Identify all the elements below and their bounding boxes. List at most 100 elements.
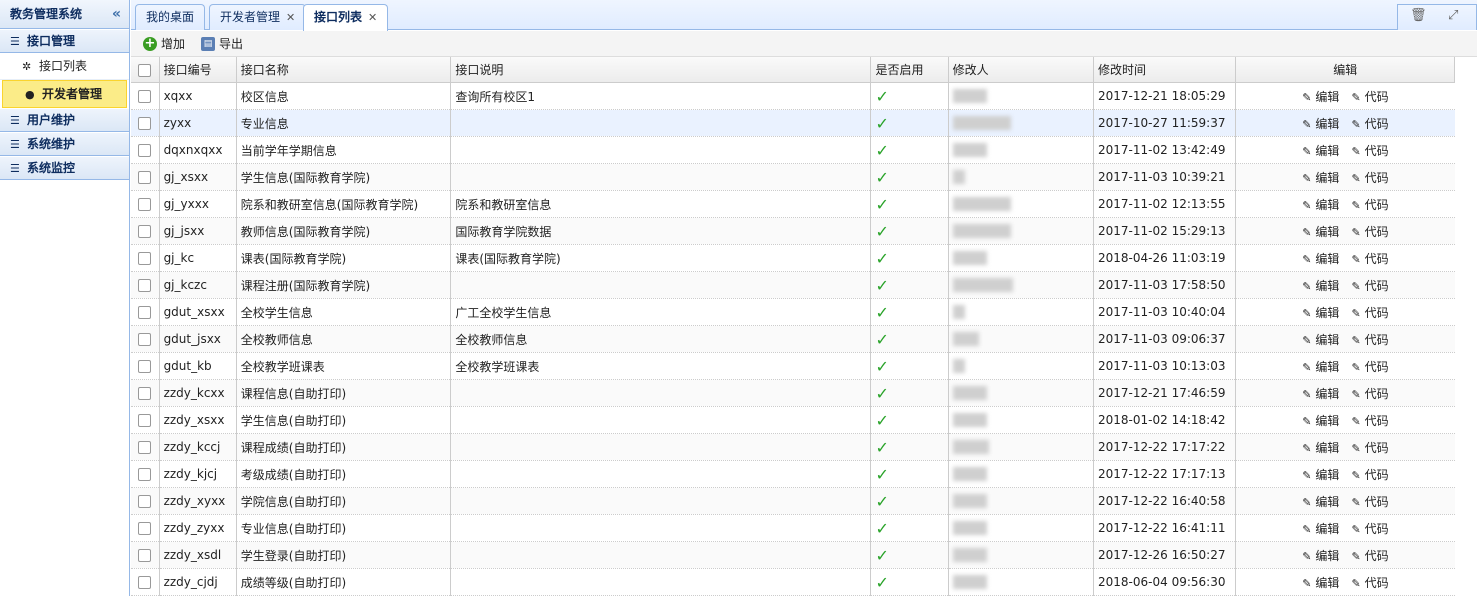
edit-button[interactable]: ✎ 编辑 — [1302, 549, 1339, 563]
edit-button[interactable]: ✎ 编辑 — [1302, 495, 1339, 509]
column-header[interactable]: 修改人 — [948, 57, 1095, 83]
row-checkbox[interactable] — [131, 163, 160, 191]
row-checkbox[interactable] — [131, 514, 160, 542]
table-row[interactable]: xqxx 校区信息 查询所有校区1 ✓ 2017-12-21 18:05:29 ✎ 编辑 ✎ 代… — [131, 82, 1455, 110]
code-button[interactable]: ✎ 代码 — [1351, 495, 1388, 509]
code-button[interactable]: ✎ 代码 — [1351, 522, 1388, 536]
table-row[interactable]: zzdy_kcxx 课程信息(自助打印) ✓ 2017-12-21 17:46:59 ✎… — [131, 379, 1455, 407]
code-button[interactable]: ✎ 代码 — [1351, 414, 1388, 428]
row-checkbox[interactable] — [131, 406, 160, 434]
edit-button[interactable]: ✎ 编辑 — [1302, 576, 1339, 590]
sidebar-group-user-maintenance[interactable]: ☰ 用户维护 — [0, 108, 129, 132]
table-row[interactable]: gdut_xsxx 全校学生信息 广工全校学生信息 ✓ 2017-11-03 10:40… — [131, 298, 1455, 326]
sidebar-group-system-maintenance[interactable]: ☰ 系统维护 — [0, 132, 129, 156]
sidebar-item-api-list[interactable]: ✲ 接口列表 — [0, 53, 129, 80]
column-header[interactable]: 是否启用 — [870, 57, 949, 83]
edit-button[interactable]: ✎ 编辑 — [1302, 468, 1339, 482]
code-button[interactable]: ✎ 代码 — [1351, 144, 1388, 158]
edit-button[interactable]: ✎ 编辑 — [1302, 441, 1339, 455]
column-header[interactable]: 编辑 — [1235, 57, 1455, 83]
edit-button[interactable]: ✎ 编辑 — [1302, 387, 1339, 401]
table-row[interactable]: zzdy_xyxx 学院信息(自助打印) ✓ 2017-12-22 16:40:58 ✎… — [131, 487, 1455, 515]
row-checkbox[interactable] — [131, 190, 160, 218]
table-row[interactable]: gj_kc 课表(国际教育学院) 课表(国际教育学院) ✓ 2018-04-26 11:… — [131, 244, 1455, 272]
row-checkbox[interactable] — [131, 82, 160, 110]
table-row[interactable]: gj_xsxx 学生信息(国际教育学院) ✓ 2017-11-03 10:39:21 ✎… — [131, 163, 1455, 191]
code-button[interactable]: ✎ 代码 — [1351, 360, 1388, 374]
row-checkbox[interactable] — [131, 217, 160, 245]
table-row[interactable]: zzdy_zyxx 专业信息(自助打印) ✓ 2017-12-22 16:41:11 ✎… — [131, 514, 1455, 542]
row-checkbox[interactable] — [131, 109, 160, 137]
table-row[interactable]: zyxx 专业信息 ✓ 2017-10-27 11:59:37 ✎ 编辑 ✎ 代码 — [131, 109, 1455, 137]
table-row[interactable]: zzdy_cjdj 成绩等级(自助打印) ✓ 2018-06-04 09:56:30 ✎… — [131, 568, 1455, 596]
edit-button[interactable]: ✎ 编辑 — [1302, 306, 1339, 320]
row-checkbox[interactable] — [131, 298, 160, 326]
code-button[interactable]: ✎ 代码 — [1351, 306, 1388, 320]
column-header[interactable]: 接口编号 — [159, 57, 237, 83]
add-button[interactable]: + 增加 — [143, 35, 185, 52]
edit-button[interactable]: ✎ 编辑 — [1302, 252, 1339, 266]
close-icon[interactable]: ✕ — [286, 11, 295, 24]
edit-button[interactable]: ✎ 编辑 — [1302, 360, 1339, 374]
edit-button[interactable]: ✎ 编辑 — [1302, 279, 1339, 293]
table-row[interactable]: gj_jsxx 教师信息(国际教育学院) 国际教育学院数据 ✓ 2017-11-02 1… — [131, 217, 1455, 245]
sidebar-group-api-management[interactable]: ☰ 接口管理 — [0, 29, 129, 53]
edit-button[interactable]: ✎ 编辑 — [1302, 144, 1339, 158]
code-button[interactable]: ✎ 代码 — [1351, 576, 1388, 590]
row-checkbox[interactable] — [131, 433, 160, 461]
code-button[interactable]: ✎ 代码 — [1351, 198, 1388, 212]
code-button[interactable]: ✎ 代码 — [1351, 441, 1388, 455]
row-checkbox[interactable] — [131, 541, 160, 569]
edit-button[interactable]: ✎ 编辑 — [1302, 171, 1339, 185]
edit-button[interactable]: ✎ 编辑 — [1302, 90, 1339, 104]
edit-button[interactable]: ✎ 编辑 — [1302, 225, 1339, 239]
row-checkbox[interactable] — [131, 568, 160, 596]
code-button[interactable]: ✎ 代码 — [1351, 387, 1388, 401]
tab-developer-management[interactable]: 开发者管理 ✕ — [209, 4, 307, 30]
row-checkbox[interactable] — [131, 244, 160, 272]
row-checkbox[interactable] — [131, 460, 160, 488]
row-checkbox[interactable] — [131, 487, 160, 515]
code-button[interactable]: ✎ 代码 — [1351, 549, 1388, 563]
column-header[interactable]: 接口说明 — [450, 57, 872, 83]
code-button[interactable]: ✎ 代码 — [1351, 252, 1388, 266]
column-header[interactable]: 接口名称 — [236, 57, 452, 83]
row-checkbox[interactable] — [131, 271, 160, 299]
close-icon[interactable]: ✕ — [368, 11, 377, 24]
row-checkbox[interactable] — [131, 325, 160, 353]
code-button[interactable]: ✎ 代码 — [1351, 117, 1388, 131]
table-row[interactable]: zzdy_kccj 课程成绩(自助打印) ✓ 2017-12-22 17:17:22 ✎… — [131, 433, 1455, 461]
code-button[interactable]: ✎ 代码 — [1351, 90, 1388, 104]
row-checkbox[interactable] — [131, 136, 160, 164]
row-checkbox[interactable] — [131, 379, 160, 407]
code-button[interactable]: ✎ 代码 — [1351, 333, 1388, 347]
select-all-checkbox[interactable] — [131, 57, 160, 83]
code-button[interactable]: ✎ 代码 — [1351, 468, 1388, 482]
column-header[interactable]: 修改时间 — [1093, 57, 1237, 83]
sidebar-item-developer-management[interactable]: ● 开发者管理 — [2, 80, 127, 108]
table-row[interactable]: zzdy_xsdl 学生登录(自助打印) ✓ 2017-12-26 16:50:27 ✎… — [131, 541, 1455, 569]
fullscreen-icon[interactable]: ⤢ — [1448, 8, 1458, 23]
edit-button[interactable]: ✎ 编辑 — [1302, 198, 1339, 212]
trash-icon[interactable]: 🗑 — [1410, 8, 1427, 23]
code-button[interactable]: ✎ 代码 — [1351, 225, 1388, 239]
table-row[interactable]: gj_yxxx 院系和教研室信息(国际教育学院) 院系和教研室信息 ✓ 2017-11-… — [131, 190, 1455, 218]
table-row[interactable]: zzdy_xsxx 学生信息(自助打印) ✓ 2018-01-02 14:18:42 ✎… — [131, 406, 1455, 434]
table-row[interactable]: dqxnxqxx 当前学年学期信息 ✓ 2017-11-02 13:42:49 ✎ 编辑 ✎… — [131, 136, 1455, 164]
double-chevron-left-icon[interactable]: « — [112, 0, 121, 28]
tab-my-desktop[interactable]: 我的桌面 — [135, 4, 206, 30]
table-row[interactable]: zzdy_kjcj 考级成绩(自助打印) ✓ 2017-12-22 17:17:13 ✎… — [131, 460, 1455, 488]
edit-button[interactable]: ✎ 编辑 — [1302, 117, 1339, 131]
code-button[interactable]: ✎ 代码 — [1351, 279, 1388, 293]
sidebar-group-system-monitoring[interactable]: ☰ 系统监控 — [0, 156, 129, 180]
table-row[interactable]: gdut_jsxx 全校教师信息 全校教师信息 ✓ 2017-11-03 09:06:3… — [131, 325, 1455, 353]
edit-button[interactable]: ✎ 编辑 — [1302, 414, 1339, 428]
edit-button[interactable]: ✎ 编辑 — [1302, 333, 1339, 347]
code-button[interactable]: ✎ 代码 — [1351, 171, 1388, 185]
edit-button[interactable]: ✎ 编辑 — [1302, 522, 1339, 536]
export-button[interactable]: ▤ 导出 — [201, 35, 243, 52]
table-row[interactable]: gdut_kb 全校教学班课表 全校教学班课表 ✓ 2017-11-03 10:13:0… — [131, 352, 1455, 380]
row-checkbox[interactable] — [131, 352, 160, 380]
tab-api-list[interactable]: 接口列表 ✕ — [303, 4, 389, 31]
table-row[interactable]: gj_kczc 课程注册(国际教育学院) ✓ 2017-11-03 17:58:50 ✎… — [131, 271, 1455, 299]
